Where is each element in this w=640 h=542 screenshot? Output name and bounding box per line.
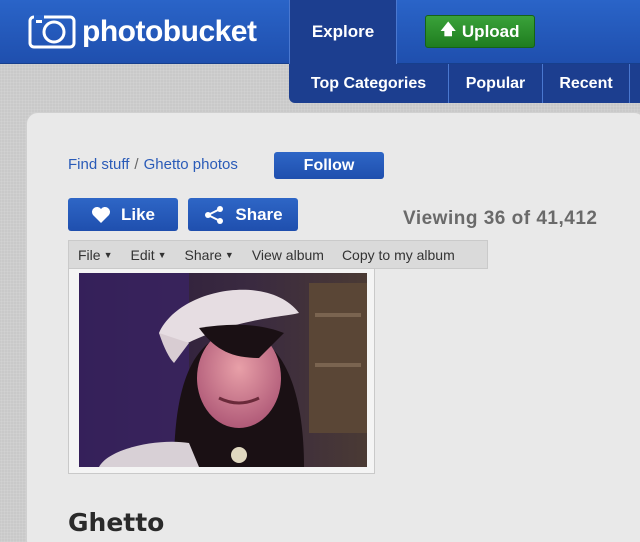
share-icon [205, 205, 224, 224]
menu-edit[interactable]: Edit ▼ [130, 247, 166, 263]
subnav-popular[interactable]: Popular [449, 64, 543, 103]
like-button[interactable]: Like [68, 198, 178, 231]
nav-explore[interactable]: Explore [289, 0, 397, 64]
subnav-top-categories[interactable]: Top Categories [289, 64, 449, 103]
subnav-recent[interactable]: Recent [543, 64, 630, 103]
menu-copy-to-album[interactable]: Copy to my album [342, 247, 455, 263]
caret-down-icon: ▼ [224, 249, 234, 260]
like-label: Like [120, 204, 156, 224]
breadcrumb-ghetto-photos[interactable]: Ghetto photos [144, 156, 238, 173]
breadcrumb-separator: / [134, 156, 139, 173]
breadcrumb: Find stuff / Ghetto photos [68, 156, 238, 173]
caret-down-icon: ▼ [157, 249, 167, 260]
photo-title: Ghetto [68, 508, 165, 537]
photo[interactable] [79, 273, 367, 467]
photobucket-logo[interactable]: photobucket [28, 13, 257, 51]
caret-down-icon: ▼ [103, 249, 113, 260]
share-label: Share [235, 204, 283, 224]
menu-share[interactable]: Share ▼ [185, 247, 234, 263]
photo-image [79, 273, 367, 467]
subnav: Top Categories Popular Recent [289, 64, 640, 103]
arrow-up-icon: 🡅 [440, 21, 456, 38]
upload-button[interactable]: 🡅 Upload [425, 15, 535, 48]
viewing-count: Viewing 36 of 41,412 [403, 208, 598, 229]
upload-label: Upload [461, 21, 520, 41]
heart-icon [91, 206, 110, 223]
follow-button[interactable]: Follow [274, 152, 384, 179]
camera-icon [28, 15, 76, 49]
brand-name: photobucket [82, 15, 257, 48]
nav-explore-label: Explore [311, 22, 375, 41]
photo-frame [68, 268, 375, 474]
photo-menubar: File ▼ Edit ▼ Share ▼ View album Copy to… [68, 240, 488, 269]
share-button[interactable]: Share [188, 198, 298, 231]
breadcrumb-find-stuff[interactable]: Find stuff [68, 156, 129, 173]
top-bar: photobucket Explore 🡅 Upload [0, 0, 640, 64]
menu-view-album[interactable]: View album [252, 247, 324, 263]
menu-file[interactable]: File ▼ [78, 247, 112, 263]
